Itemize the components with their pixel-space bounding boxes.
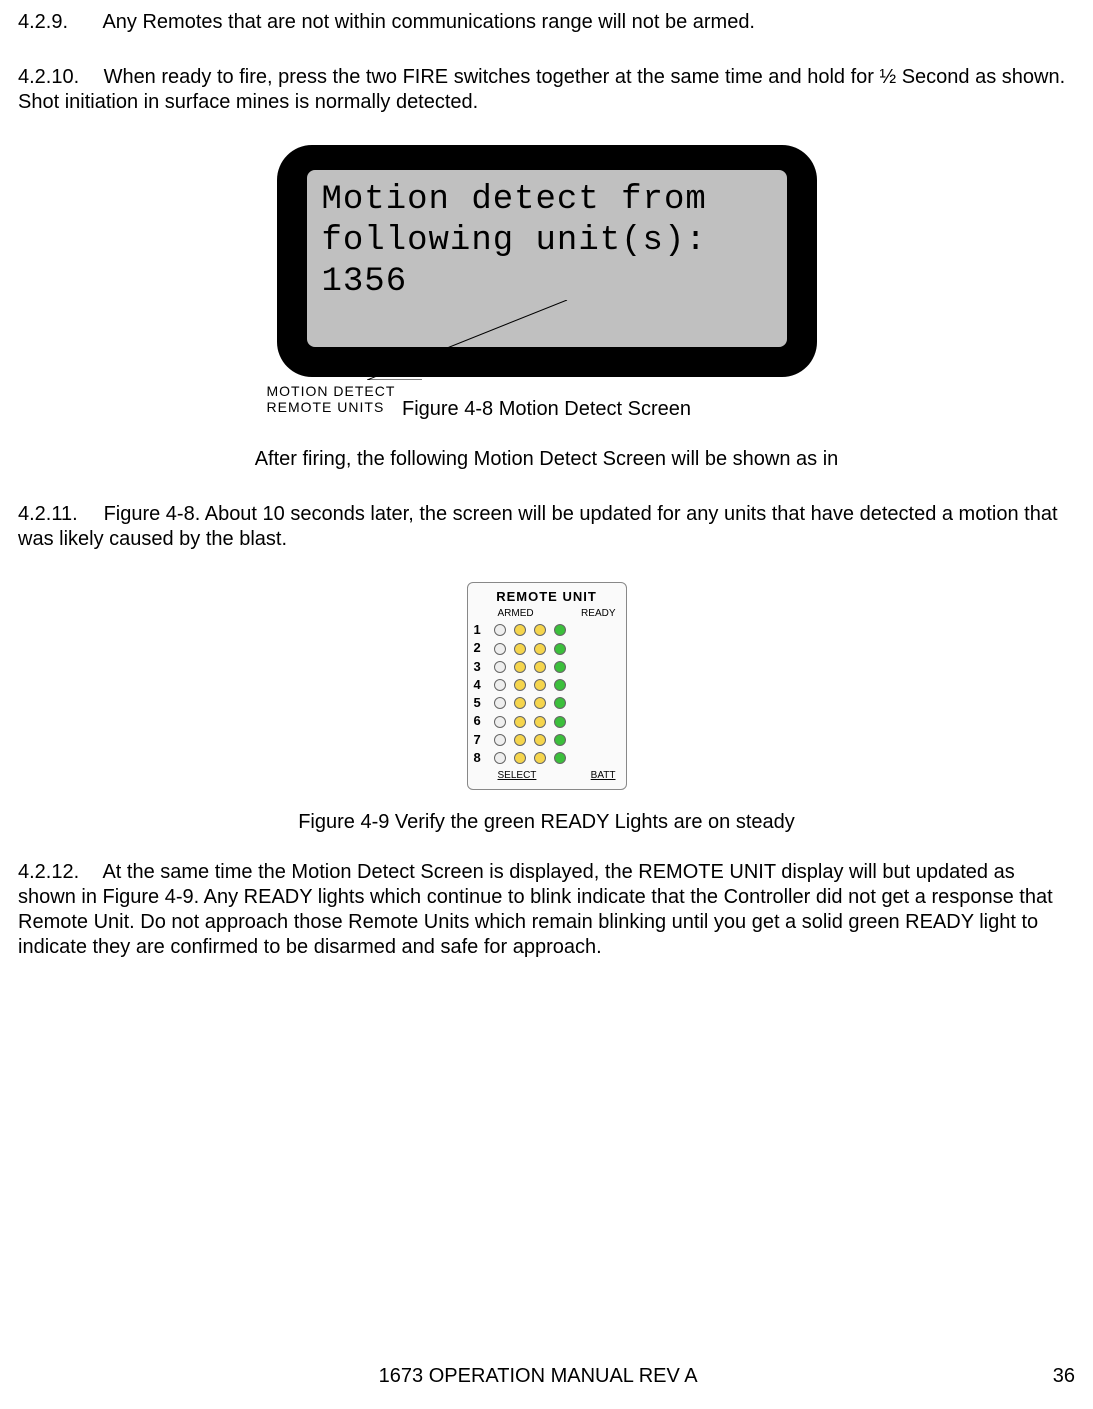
led-select-icon — [514, 716, 526, 728]
remote-row: 3 — [474, 659, 620, 675]
led-ready-icon — [554, 661, 566, 673]
lcd-line-3: 1356 — [322, 263, 408, 301]
led-ready-icon — [554, 716, 566, 728]
page-footer: 1673 OPERATION MANUAL REV A 36 — [0, 1364, 1093, 1389]
remote-row: 6 — [474, 713, 620, 729]
row-num: 2 — [474, 640, 486, 656]
led-ready-icon — [554, 752, 566, 764]
remote-panel-title: REMOTE UNIT — [474, 589, 620, 605]
remote-rows: 1 2 3 — [474, 622, 620, 766]
led-armed-icon — [494, 716, 506, 728]
section-text: At the same time the Motion Detect Scree… — [18, 861, 1053, 958]
led-ready-icon — [554, 624, 566, 636]
remote-panel-columns: ARMED READY — [474, 608, 620, 623]
row-num: 1 — [474, 622, 486, 638]
led-armed-icon — [494, 734, 506, 746]
remote-row: 8 — [474, 750, 620, 766]
led-group — [494, 697, 566, 709]
foot-select: SELECT — [498, 770, 537, 783]
section-4-2-12: 4.2.12. At the same time the Motion Dete… — [18, 860, 1075, 960]
led-ready-icon — [554, 734, 566, 746]
foot-batt: BATT — [591, 770, 616, 783]
lcd-line-1: Motion detect from — [322, 181, 707, 219]
led-select-icon — [514, 624, 526, 636]
led-batt-icon — [534, 734, 546, 746]
section-text: Figure 4-8. About 10 seconds later, the … — [18, 503, 1058, 550]
led-group — [494, 661, 566, 673]
leader-caption: MOTION DETECT REMOTE UNITS — [267, 383, 396, 415]
row-num: 5 — [474, 695, 486, 711]
footer-page-number: 36 — [1053, 1364, 1075, 1389]
led-group — [494, 752, 566, 764]
led-batt-icon — [534, 661, 546, 673]
remote-row: 5 — [474, 695, 620, 711]
led-ready-icon — [554, 643, 566, 655]
led-select-icon — [514, 697, 526, 709]
remote-row: 7 — [474, 732, 620, 748]
row-num: 3 — [474, 659, 486, 675]
figure-4-9-caption: Figure 4-9 Verify the green READY Lights… — [18, 810, 1075, 835]
remote-row: 1 — [474, 622, 620, 638]
led-armed-icon — [494, 697, 506, 709]
led-batt-icon — [534, 643, 546, 655]
footer-spacer — [18, 1364, 24, 1389]
col-armed: ARMED — [498, 608, 534, 621]
remote-foot: SELECT BATT — [474, 768, 620, 783]
led-armed-icon — [494, 752, 506, 764]
section-4-2-9: 4.2.9. Any Remotes that are not within c… — [18, 10, 1075, 35]
section-text: When ready to fire, press the two FIRE s… — [18, 66, 1065, 113]
led-armed-icon — [494, 679, 506, 691]
section-4-2-11: 4.2.11. Figure 4-8. About 10 seconds lat… — [18, 502, 1075, 552]
led-ready-icon — [554, 697, 566, 709]
led-batt-icon — [534, 716, 546, 728]
remote-row: 4 — [474, 677, 620, 693]
led-select-icon — [514, 734, 526, 746]
led-group — [494, 624, 566, 636]
row-num: 8 — [474, 750, 486, 766]
led-armed-icon — [494, 661, 506, 673]
footer-center: 1673 OPERATION MANUAL REV A — [379, 1364, 698, 1389]
section-number: 4.2.10. — [18, 65, 98, 90]
led-batt-icon — [534, 679, 546, 691]
remote-unit-panel: REMOTE UNIT ARMED READY 1 2 — [467, 582, 627, 789]
led-group — [494, 643, 566, 655]
led-batt-icon — [534, 624, 546, 636]
led-batt-icon — [534, 697, 546, 709]
remote-row: 2 — [474, 640, 620, 656]
led-batt-icon — [534, 752, 546, 764]
led-select-icon — [514, 643, 526, 655]
figure-4-8-caption: Figure 4-8 Motion Detect Screen — [18, 397, 1075, 422]
led-select-icon — [514, 661, 526, 673]
led-select-icon — [514, 679, 526, 691]
col-ready: READY — [581, 608, 615, 621]
section-number: 4.2.12. — [18, 860, 98, 885]
led-group — [494, 734, 566, 746]
section-number: 4.2.9. — [18, 10, 98, 35]
figure-4-8: Motion detect from following unit(s): 13… — [267, 145, 827, 377]
led-select-icon — [514, 752, 526, 764]
led-group — [494, 716, 566, 728]
row-num: 7 — [474, 732, 486, 748]
figure-4-9: REMOTE UNIT ARMED READY 1 2 — [459, 582, 634, 789]
led-group — [494, 679, 566, 691]
row-num: 6 — [474, 713, 486, 729]
led-armed-icon — [494, 643, 506, 655]
section-text: Any Remotes that are not within communic… — [102, 11, 755, 33]
lcd-screen: Motion detect from following unit(s): 13… — [307, 170, 787, 347]
lcd-line-2: following unit(s): — [322, 222, 707, 260]
row-num: 4 — [474, 677, 486, 693]
section-4-2-10: 4.2.10. When ready to fire, press the tw… — [18, 65, 1075, 115]
led-armed-icon — [494, 624, 506, 636]
after-firing-text: After firing, the following Motion Detec… — [18, 447, 1075, 472]
led-ready-icon — [554, 679, 566, 691]
lcd-device: Motion detect from following unit(s): 13… — [277, 145, 817, 377]
section-number: 4.2.11. — [18, 502, 98, 527]
